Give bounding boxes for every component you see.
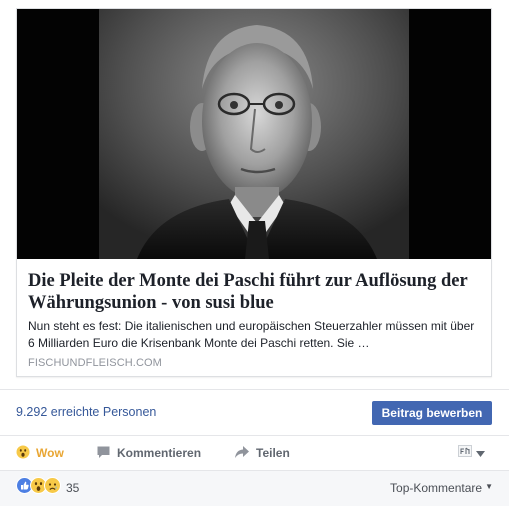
comment-sort-label: Top-Kommentare	[390, 481, 483, 495]
description-line-2: 6 Milliarden Euro die Krisenbank Monte d…	[28, 336, 370, 350]
article-photo[interactable]	[17, 9, 491, 259]
link-preview-text[interactable]: Die Pleite der Monte dei Paschi führt zu…	[17, 259, 491, 376]
wow-icon	[16, 445, 30, 462]
divider	[0, 389, 509, 390]
promote-post-button[interactable]: Beitrag bewerben	[372, 401, 492, 425]
post-actions-bar: Wow Kommentieren Teilen	[0, 437, 509, 469]
link-preview-card[interactable]: Die Pleite der Monte dei Paschi führt zu…	[16, 8, 492, 377]
reactions-bar: 35 Top-Kommentare ▼	[0, 471, 509, 506]
reaction-count: 35	[66, 481, 80, 495]
article-description: Nun steht es fest: Die italienischen und…	[28, 318, 488, 352]
headline-line-2: Währungsunion - von susi blue	[28, 293, 274, 313]
portrait-image	[99, 9, 409, 259]
comment-icon	[96, 445, 111, 462]
sad-icon	[44, 477, 61, 499]
share-button[interactable]: Teilen	[234, 437, 290, 469]
post-as-selector[interactable]	[458, 445, 490, 461]
share-icon	[234, 445, 250, 462]
comment-button[interactable]: Kommentieren	[96, 437, 201, 469]
wow-label: Wow	[36, 446, 64, 460]
divider	[0, 435, 509, 436]
chevron-down-icon	[476, 444, 485, 462]
article-domain: FISCHUNDFLEISCH.COM	[28, 357, 162, 369]
comment-sort-dropdown[interactable]: Top-Kommentare ▼	[390, 481, 493, 495]
reaction-summary[interactable]: 35	[16, 477, 80, 499]
chevron-down-icon: ▼	[485, 482, 493, 491]
headline-line-1: Die Pleite der Monte dei Paschi führt zu…	[28, 271, 468, 291]
comment-label: Kommentieren	[117, 446, 202, 460]
description-line-1: Nun steht es fest: Die italienischen und…	[28, 319, 475, 333]
share-label: Teilen	[256, 446, 290, 460]
article-headline[interactable]: Die Pleite der Monte dei Paschi führt zu…	[28, 270, 484, 314]
page-avatar-icon	[458, 444, 472, 462]
reach-link[interactable]: 9.292 erreichte Personen	[16, 405, 156, 419]
wow-reaction-button[interactable]: Wow	[16, 437, 64, 469]
